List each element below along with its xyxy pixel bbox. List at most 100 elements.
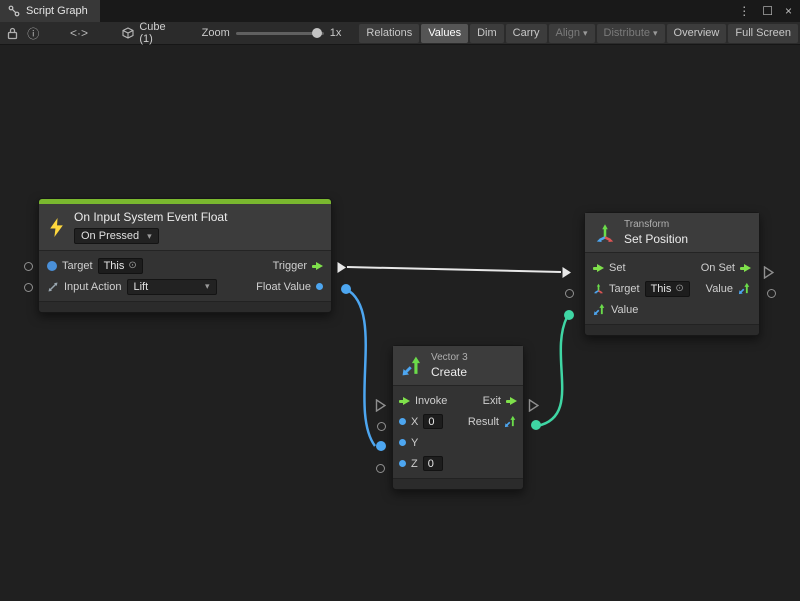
port-transform-value-output[interactable] [767,289,776,298]
relations-button[interactable]: Relations [359,24,419,43]
values-button[interactable]: Values [421,24,468,43]
value-in-row: Value [585,299,759,320]
x-input[interactable]: 0 [423,414,443,429]
node-footer [393,478,523,489]
port-transform-value-input[interactable] [564,310,574,320]
visual-scripting-window: Script Graph ⋮ ☐ × ⓘ <·> Cube (1) Zoom 1… [0,0,800,601]
flow-arrow-icon [312,261,323,271]
close-icon[interactable]: × [785,4,792,18]
overview-button[interactable]: Overview [667,24,727,43]
float-value-label: Float Value [256,281,311,293]
float-type-icon [316,283,323,290]
port-vector3-result-output[interactable] [531,420,541,430]
result-label: Result [468,416,499,428]
float-type-icon [399,460,406,467]
flow-arrow-icon [740,263,751,273]
port-event-action-input[interactable] [24,283,33,292]
set-onset-row: Set On Set [585,257,759,278]
zoom-slider[interactable] [236,32,324,35]
window-controls: ⋮ ☐ × [738,0,800,22]
full-screen-button[interactable]: Full Screen [728,24,798,43]
z-input[interactable]: 0 [423,456,443,471]
vector3-type-icon [504,415,517,428]
carry-button[interactable]: Carry [506,24,547,43]
flow-arrow-icon [399,396,410,406]
exit-label: Exit [483,395,501,407]
event-node-body: Target This ⊙ Trigger Input Action Lift … [39,251,331,301]
chevron-down-icon: ▾ [205,281,210,292]
port-event-target-input[interactable] [24,262,33,271]
port-event-floatvalue-output[interactable] [341,284,351,294]
tab-script-graph[interactable]: Script Graph [0,0,100,22]
flow-arrow-icon [593,263,604,273]
tab-bar: Script Graph ⋮ ☐ × [0,0,800,22]
cube-icon [122,27,134,39]
z-row: Z 0 [393,453,523,474]
chevron-down-icon: ▾ [147,231,152,242]
invoke-label: Invoke [415,395,447,407]
align-button[interactable]: Align ▾ [549,24,595,43]
zoom-label: Zoom [202,27,230,39]
dim-button[interactable]: Dim [470,24,504,43]
port-vector3-x-input[interactable] [377,422,386,431]
zoom-slider-handle[interactable] [312,28,322,38]
x-result-row: X 0 Result [393,411,523,432]
graph-toolbar: ⓘ <·> Cube (1) Zoom 1x Relations Values … [0,22,800,45]
target-value-field[interactable]: This ⊙ [98,258,143,274]
node-footer [585,324,759,335]
target-label: Target [62,260,93,272]
port-transform-target-input[interactable] [565,289,574,298]
y-label: Y [411,437,418,449]
port-event-trigger-output[interactable] [336,261,347,277]
node-transform-set-position[interactable]: Transform Set Position Set On Set Target… [584,212,760,336]
input-action-label: Input Action [64,281,122,293]
event-target-row: Target This ⊙ Trigger [39,255,331,276]
target-value: This [104,260,125,272]
self-target-icon: ⊙ [675,283,683,294]
float-type-icon [399,418,406,425]
insert-node-icon[interactable]: <·> [70,24,89,42]
node-footer [39,301,331,312]
distribute-button[interactable]: Distribute ▾ [597,24,665,43]
port-vector3-exit-output[interactable] [528,399,539,415]
node-vector3-create[interactable]: Vector 3 Create Invoke Exit X 0 Result [392,345,524,490]
trigger-label: Trigger [273,260,307,272]
node-on-input-system-event-float[interactable]: On Input System Event Float On Pressed ▾… [38,198,332,313]
target-value-field[interactable]: This ⊙ [645,281,690,297]
input-action-icon [47,281,59,293]
port-transform-set-input[interactable] [561,266,572,282]
float-type-icon [399,439,406,446]
graph-target-breadcrumb[interactable]: Cube (1) [122,21,165,45]
info-icon[interactable]: ⓘ [27,24,40,42]
flow-arrow-icon [506,396,517,406]
port-vector3-z-input[interactable] [376,464,385,473]
node-title: On Input System Event Float [74,210,227,224]
x-label: X [411,416,418,428]
lock-icon[interactable] [6,24,19,42]
lightning-bolt-icon [49,218,64,237]
event-mode-value: On Pressed [81,230,139,242]
zoom-control: Zoom 1x [202,27,342,39]
port-transform-onset-output[interactable] [763,266,774,282]
input-action-value: Lift [134,281,149,293]
input-action-dropdown[interactable]: Lift ▾ [127,279,217,295]
maximize-icon[interactable]: ☐ [762,4,773,18]
transform-type-icon [593,283,604,294]
vector3-node-header: Vector 3 Create [393,346,523,386]
node-title: Set Position [624,232,688,246]
window-menu-icon[interactable]: ⋮ [738,4,750,18]
event-mode-dropdown[interactable]: On Pressed ▾ [74,228,159,244]
tab-label: Script Graph [26,5,88,17]
graph-target-label: Cube (1) [139,21,165,45]
node-type-label: Transform [624,219,669,230]
port-vector3-y-input[interactable] [376,441,386,451]
event-node-header: On Input System Event Float On Pressed ▾ [39,204,331,251]
script-graph-icon [8,5,20,17]
invoke-exit-row: Invoke Exit [393,390,523,411]
node-title: Create [431,365,467,379]
transform-node-header: Transform Set Position [585,213,759,253]
y-row: Y [393,432,523,453]
port-vector3-invoke-input[interactable] [375,399,386,415]
set-label: Set [609,262,626,274]
z-label: Z [411,458,418,470]
